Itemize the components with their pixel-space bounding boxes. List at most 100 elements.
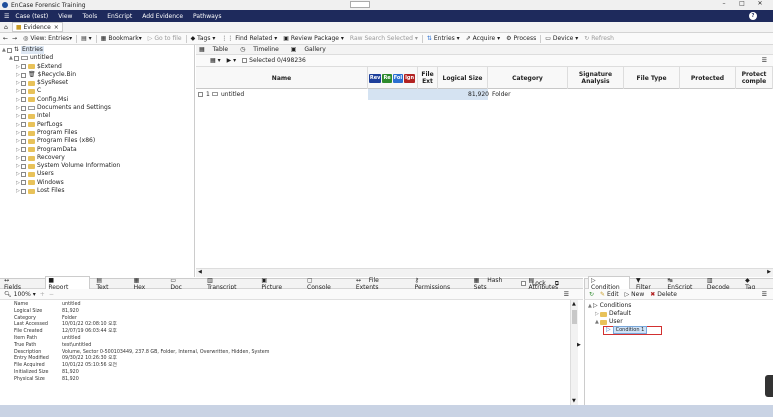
tree-checkbox[interactable]	[21, 147, 26, 153]
tree-item[interactable]: ▷ ProgramData	[0, 146, 194, 154]
back-icon[interactable]: ←	[3, 35, 8, 42]
tree-checkbox[interactable]	[14, 55, 19, 61]
forward-icon[interactable]: →	[12, 35, 17, 42]
row-checkbox[interactable]	[198, 92, 203, 97]
col-name[interactable]: Name	[196, 67, 368, 89]
tree-item[interactable]: ▷ Recovery	[0, 154, 194, 162]
tree-checkbox[interactable]	[21, 130, 26, 136]
cond-condition-1-box[interactable]: ▷ Condition 1	[603, 325, 663, 335]
tree-item[interactable]: ▷ $SysReset	[0, 79, 194, 87]
maximize-button[interactable]: □	[733, 0, 751, 7]
col-protect-complex[interactable]: Protect comple	[736, 67, 773, 89]
tree-item[interactable]: ▷ Windows	[0, 179, 194, 187]
find-related-button[interactable]: ⋮⋮ Find Related ▾	[221, 35, 277, 42]
entries-button[interactable]: ⇅ Entries ▾	[427, 35, 460, 42]
zoom-in-icon[interactable]: +	[40, 291, 45, 298]
tab-evidence[interactable]: ■ Evidence ×	[11, 22, 63, 32]
condition-options-icon[interactable]: ☰	[762, 291, 767, 298]
tree-item[interactable]: ▷ Lost Files	[0, 187, 194, 195]
report-options-icon[interactable]: ☰	[564, 291, 569, 298]
scroll-up-icon[interactable]: ▲	[572, 301, 576, 307]
raw-search-button[interactable]: Raw Search Selected ▾	[350, 35, 418, 42]
select-checkbox[interactable]	[242, 58, 248, 63]
refresh-button[interactable]: ↻ Refresh	[584, 35, 614, 42]
tree-item[interactable]: ▷ Intel	[0, 112, 194, 120]
view-entries-button[interactable]: ◎ View: Entries ▾	[23, 35, 72, 42]
tree-item[interactable]: ▲ untitled	[0, 54, 194, 62]
tree-checkbox[interactable]	[21, 97, 26, 103]
scroll-thumb[interactable]	[572, 310, 577, 324]
window-handle[interactable]	[350, 1, 370, 8]
tree-item[interactable]: ▷ System Volume Information	[0, 162, 194, 170]
menu-view[interactable]: View	[58, 13, 72, 20]
tree-item[interactable]: ▷ Program Files	[0, 129, 194, 137]
device-button[interactable]: ▭ Device ▾	[545, 35, 578, 42]
tree-checkbox[interactable]	[21, 180, 26, 186]
col-signature[interactable]: Signature Analysis	[568, 67, 624, 89]
review-package-button[interactable]: ▣ Review Package ▾	[283, 35, 344, 42]
cond-default[interactable]: ▷ Default	[585, 310, 773, 318]
hamburger-menu-icon[interactable]: ☰	[4, 13, 9, 20]
tree-checkbox[interactable]	[21, 80, 26, 86]
col-protected[interactable]: Protected	[680, 67, 736, 89]
split-view-icon[interactable]: ▤ ▾	[81, 35, 92, 42]
tree-item[interactable]: ▷ 🗑︎ $Recycle.Bin	[0, 71, 194, 79]
new-button[interactable]: ▷ New	[625, 291, 645, 298]
help-icon[interactable]: ?	[749, 12, 757, 20]
zoom-dropdown-icon[interactable]: ▾	[33, 291, 36, 298]
tree-checkbox[interactable]	[21, 105, 26, 111]
panel-collapse-arrow[interactable]: ▶	[577, 342, 581, 348]
scroll-right-icon[interactable]: ▶	[767, 269, 771, 275]
menu-case[interactable]: Case (test)	[15, 13, 48, 20]
options-menu-icon[interactable]: ☰	[762, 57, 767, 64]
tree-item[interactable]: ▷ Program Files (x86)	[0, 137, 194, 145]
col-file-ext[interactable]: File Ext	[418, 67, 438, 89]
tree-item[interactable]: ▷ Documents and Settings	[0, 104, 194, 112]
close-tab-icon[interactable]: ×	[54, 24, 59, 31]
menu-tools[interactable]: Tools	[82, 13, 97, 20]
cond-root[interactable]: ▲ ▷ Conditions	[585, 302, 773, 310]
minimize-button[interactable]: –	[715, 0, 733, 7]
tree-checkbox[interactable]	[21, 89, 26, 95]
tree-checkbox[interactable]	[21, 163, 26, 169]
run-condition-icon[interactable]: ↻	[589, 291, 594, 298]
delete-button[interactable]: ✖ Delete	[650, 291, 677, 298]
tree-checkbox[interactable]	[21, 155, 26, 161]
menu-enscript[interactable]: EnScript	[107, 13, 132, 20]
tree-checkbox[interactable]	[21, 114, 26, 120]
zoom-out-icon[interactable]: −	[49, 291, 54, 298]
tree-checkbox[interactable]	[21, 172, 26, 178]
col-file-type[interactable]: File Type	[624, 67, 680, 89]
tree-checkbox[interactable]	[21, 138, 26, 144]
tree-checkbox[interactable]	[21, 72, 26, 78]
table-row[interactable]: 1 untitled 81,920 Folder	[196, 89, 773, 100]
scroll-down-icon[interactable]: ▼	[572, 398, 576, 404]
scroll-left-icon[interactable]: ◀	[198, 269, 202, 275]
tree-item[interactable]: ▷ Config.Msi	[0, 96, 194, 104]
tab-gallery[interactable]: ▣ Gallery	[291, 46, 332, 53]
home-icon[interactable]: ⌂	[4, 24, 8, 31]
acquire-button[interactable]: ⇗ Acquire ▾	[466, 35, 500, 42]
process-button[interactable]: ⚙ Process	[506, 35, 536, 42]
col-logical-size[interactable]: Logical Size	[438, 67, 488, 89]
columns-icon[interactable]: ▦ ▾	[210, 57, 221, 64]
menu-pathways[interactable]: Pathways	[193, 13, 221, 20]
report-scrollbar[interactable]: ▲ ▼	[570, 300, 578, 405]
bookmark-button[interactable]: ▦ Bookmark ▾	[101, 35, 142, 42]
tree-root[interactable]: ▲ ⇅ Entries	[0, 46, 194, 55]
side-handle[interactable]	[765, 375, 773, 397]
tree-checkbox[interactable]	[21, 64, 26, 70]
lock-checkbox[interactable]	[521, 281, 527, 286]
tree-item[interactable]: ▷ C	[0, 87, 194, 95]
tab-table[interactable]: ▦ Table	[199, 46, 234, 53]
filter-icon[interactable]: ▶ ▾	[227, 57, 237, 64]
goto-file-button[interactable]: ▷ Go to file	[148, 35, 182, 42]
col-badges[interactable]: Rev Re Fol Ign	[368, 67, 418, 89]
menu-add-evidence[interactable]: Add Evidence	[142, 13, 183, 20]
zoom-level[interactable]: 100%	[14, 291, 31, 298]
tab-timeline[interactable]: ◷ Timeline	[240, 46, 285, 53]
lock-toggle[interactable]: Lock ⧉	[521, 280, 565, 288]
tree-checkbox[interactable]	[21, 122, 26, 128]
col-category[interactable]: Category	[488, 67, 568, 89]
edit-button[interactable]: ✎ Edit	[600, 291, 619, 298]
